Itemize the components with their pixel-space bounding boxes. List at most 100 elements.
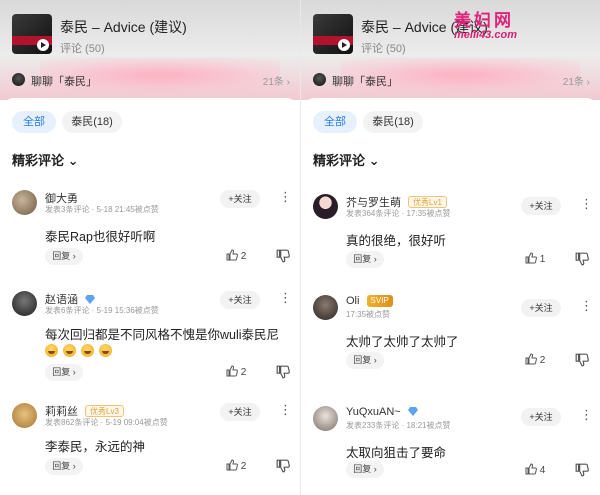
album-cover[interactable]: [313, 14, 353, 54]
like-button[interactable]: 4: [525, 463, 559, 477]
filter-taemin[interactable]: 泰民(18): [363, 111, 423, 133]
comment-text: 李泰民，永远的神: [45, 440, 146, 454]
avatar[interactable]: [313, 295, 338, 320]
sort-dropdown[interactable]: 精彩评论 ⌄: [12, 150, 79, 169]
thumb-down-icon[interactable]: [575, 353, 589, 367]
comment-item: 御大勇 发表3条评论 · 5-18 21:45被点赞 +关注 ⋮ 泰民Rap也很…: [0, 190, 300, 285]
thumb-up-icon: [525, 463, 537, 475]
username-row[interactable]: Oli SVIP: [346, 295, 393, 307]
thumb-up-icon: [226, 365, 238, 377]
comments-count: 评论 (50): [361, 43, 406, 55]
like-count: 2: [539, 355, 546, 366]
like-count: 2: [240, 461, 247, 472]
more-vertical-icon[interactable]: ⋮: [580, 197, 593, 211]
comment-text: 太取向狙击了要命: [346, 446, 447, 460]
like-button[interactable]: 2: [226, 249, 260, 263]
watermark-title: 美妇网: [454, 11, 514, 31]
chat-count[interactable]: 21条 ›: [563, 73, 590, 88]
username[interactable]: Oli: [346, 295, 359, 307]
follow-button[interactable]: +关注: [521, 299, 561, 317]
comments-count: 评论 (50): [60, 43, 105, 55]
more-vertical-icon[interactable]: ⋮: [279, 403, 292, 417]
emoji-icon: [99, 344, 112, 357]
comment-meta: 发表233条评论 · 18:21被点赞: [346, 421, 451, 430]
comment-meta: 发表862条评论 · 5-19 09:04被点赞: [45, 418, 168, 427]
thumb-up-icon: [525, 353, 537, 365]
svip-badge: SVIP: [366, 295, 393, 307]
thumb-down-icon[interactable]: [575, 252, 589, 266]
thumb-down-icon[interactable]: [276, 365, 290, 379]
right-panel: 泰民 – Advice (建议) 评论 (50) 聊聊「泰民」 21条 › 全部…: [300, 0, 600, 495]
left-panel: 泰民 – Advice (建议) 评论 (50) 聊聊「泰民」 21条 › 全部…: [0, 0, 300, 495]
comment-meta: 发表364条评论 · 17:35被点赞: [346, 209, 451, 218]
emoji-icon: [81, 344, 94, 357]
avatar[interactable]: [313, 194, 338, 219]
like-count: 4: [539, 465, 546, 476]
comment-item: 莉莉丝 优秀Lv3 发表862条评论 · 5-19 09:04被点赞 +关注 ⋮…: [0, 403, 300, 495]
comment-item: Oli SVIP 17:35被点赞 +关注 ⋮ 太帅了太帅了太帅了 回复 › 2: [301, 295, 600, 390]
comment-meta: 发表6条评论 · 5-19 15:36被点赞: [45, 306, 159, 315]
avatar[interactable]: [12, 291, 37, 316]
emoji-icon: [63, 344, 76, 357]
reply-button[interactable]: 回复 ›: [346, 352, 384, 369]
more-vertical-icon[interactable]: ⋮: [279, 190, 292, 204]
comment-text: 太帅了太帅了太帅了: [346, 335, 459, 349]
diamond-badge-icon: [407, 407, 418, 416]
reply-button[interactable]: 回复 ›: [45, 458, 83, 475]
emoji-icon: [45, 344, 58, 357]
thumb-up-icon: [226, 459, 238, 471]
follow-button[interactable]: +关注: [521, 408, 561, 426]
chat-count[interactable]: 21条 ›: [263, 73, 290, 88]
filter-all[interactable]: 全部: [313, 111, 357, 133]
chat-label[interactable]: 聊聊「泰民」: [31, 73, 97, 89]
like-button[interactable]: 2: [525, 353, 559, 367]
reply-button[interactable]: 回复 ›: [45, 364, 83, 381]
comments-card: 全部 泰民(18) 精彩评论 ⌄ 芥与罗生萌 优秀Lv1 发表364条评论 · …: [301, 98, 600, 495]
more-vertical-icon[interactable]: ⋮: [279, 291, 292, 305]
reply-button[interactable]: 回复 ›: [346, 251, 384, 268]
play-icon[interactable]: [37, 39, 49, 51]
play-icon[interactable]: [338, 39, 350, 51]
like-button[interactable]: 2: [226, 365, 260, 379]
follow-button[interactable]: +关注: [220, 291, 260, 309]
chat-avatar: [313, 73, 326, 86]
thumb-up-icon: [226, 249, 238, 261]
like-button[interactable]: 1: [525, 252, 559, 266]
username-row[interactable]: YuQxuAN~: [346, 406, 418, 418]
comment-meta: 17:35被点赞: [346, 310, 391, 319]
watermark-url: meili43.com: [454, 29, 517, 41]
comment-item: 赵语涵 发表6条评论 · 5-19 15:36被点赞 +关注 ⋮ 每次回归都是不…: [0, 291, 300, 386]
thumb-down-icon[interactable]: [276, 459, 290, 473]
like-count: 1: [539, 254, 546, 265]
comment-item: 芥与罗生萌 优秀Lv1 发表364条评论 · 17:35被点赞 +关注 ⋮ 真的…: [301, 194, 600, 289]
more-vertical-icon[interactable]: ⋮: [580, 408, 593, 422]
avatar[interactable]: [12, 403, 37, 428]
album-cover[interactable]: [12, 14, 52, 54]
reply-button[interactable]: 回复 ›: [45, 248, 83, 265]
comments-card: 全部 泰民(18) 精彩评论 ⌄ 御大勇 发表3条评论 · 5-18 21:45…: [0, 98, 300, 495]
filter-all[interactable]: 全部: [12, 111, 56, 133]
emoji-row: [45, 344, 117, 362]
thumb-up-icon: [525, 252, 537, 264]
comment-text: 泰民Rap也很好听啊: [45, 230, 156, 244]
follow-button[interactable]: +关注: [220, 190, 260, 208]
level-badge: 优秀Lv3: [85, 405, 124, 417]
username[interactable]: YuQxuAN~: [346, 406, 401, 418]
thumb-down-icon[interactable]: [276, 249, 290, 263]
follow-button[interactable]: +关注: [521, 197, 561, 215]
filter-taemin[interactable]: 泰民(18): [62, 111, 122, 133]
reply-button[interactable]: 回复 ›: [346, 461, 384, 478]
follow-button[interactable]: +关注: [220, 403, 260, 421]
chat-label[interactable]: 聊聊「泰民」: [332, 73, 398, 89]
level-badge: 优秀Lv1: [408, 196, 447, 208]
avatar[interactable]: [313, 406, 338, 431]
avatar[interactable]: [12, 190, 37, 215]
thumb-down-icon[interactable]: [575, 463, 589, 477]
sort-dropdown[interactable]: 精彩评论 ⌄: [313, 150, 380, 169]
song-title: 泰民 – Advice (建议): [60, 19, 187, 35]
like-button[interactable]: 2: [226, 459, 260, 473]
more-vertical-icon[interactable]: ⋮: [580, 299, 593, 313]
site-watermark: 美妇网 meili43.com: [440, 6, 530, 46]
comment-text: 每次回归都是不同风格不愧是你wuli泰民尼: [45, 328, 280, 342]
comment-item: YuQxuAN~ 发表233条评论 · 18:21被点赞 +关注 ⋮ 太取向狙击…: [301, 406, 600, 495]
